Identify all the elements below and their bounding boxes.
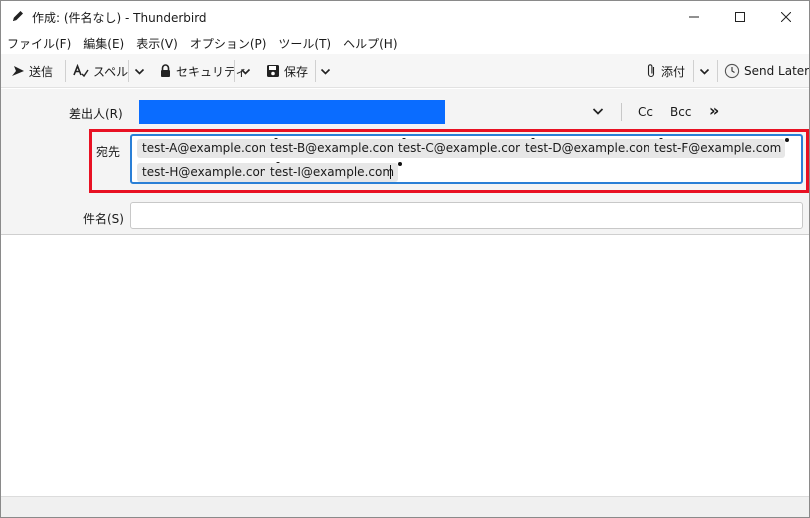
spellcheck-icon — [73, 64, 89, 78]
toolbar-separator — [315, 60, 316, 82]
clock-icon — [724, 63, 740, 79]
cc-button[interactable]: Cc — [638, 105, 653, 119]
attach-button[interactable]: 添付 — [645, 62, 685, 80]
recipient-pill[interactable]: test-A@example.com — [137, 138, 279, 158]
send-label: 送信 — [29, 64, 54, 79]
send-later-button[interactable]: Send Later — [724, 62, 809, 80]
security-label: セキュリティ — [176, 64, 248, 79]
toolbar-separator — [234, 60, 235, 82]
maximize-button[interactable] — [717, 1, 763, 32]
recipient-pill[interactable]: test-D@example.com — [520, 138, 663, 158]
message-body-editor[interactable] — [1, 236, 809, 496]
chevron-down-icon — [134, 68, 145, 75]
header-separator — [621, 103, 622, 121]
more-headers-button[interactable]: » — [709, 101, 719, 120]
to-recipients-field[interactable]: test-A@example.com test-B@example.com te… — [130, 134, 803, 184]
recipient-address: test-F@example.com — [654, 141, 782, 155]
bcc-button[interactable]: Bcc — [670, 105, 691, 119]
chevron-down-icon — [699, 68, 710, 75]
status-dot — [785, 138, 790, 142]
send-later-label: Send Later — [744, 64, 810, 78]
spell-button[interactable]: スペル — [73, 62, 128, 80]
maximize-icon — [735, 11, 745, 22]
paperclip-icon — [647, 64, 655, 78]
attach-dropdown-button[interactable] — [699, 62, 714, 80]
title-bar: 作成: (件名なし) - Thunderbird — [1, 1, 809, 32]
recipient-address: test-A@example.com — [142, 141, 271, 155]
toolbar-separator — [717, 60, 718, 82]
compose-window: 作成: (件名なし) - Thunderbird ファイル(F) 編集(E) 表… — [0, 0, 810, 518]
menu-bar: ファイル(F) 編集(E) 表示(V) オプション(P) ツール(T) ヘルプ(… — [1, 32, 809, 54]
attach-label: 添付 — [661, 64, 686, 79]
recipient-address: test-I@example.com — [270, 165, 395, 179]
pencil-icon — [13, 11, 23, 21]
subject-label: 件名(S) — [83, 212, 124, 226]
save-dropdown-button[interactable] — [320, 62, 335, 80]
recipient-pill[interactable]: test-H@example.com — [137, 162, 280, 182]
menu-edit[interactable]: 編集(E) — [83, 35, 124, 52]
send-button[interactable]: 送信 — [11, 62, 53, 80]
menu-options[interactable]: オプション(P) — [190, 35, 267, 52]
toolbar-separator — [65, 60, 66, 82]
security-dropdown-button[interactable] — [240, 62, 255, 80]
toolbar-separator — [693, 60, 694, 82]
status-bar — [1, 496, 809, 517]
minimize-button[interactable] — [671, 1, 717, 32]
menu-tools[interactable]: ツール(T) — [278, 35, 331, 52]
lock-icon — [161, 64, 170, 77]
compose-headers: 差出人(R) Cc Bcc » 宛先 test-A@example.com te… — [1, 89, 809, 235]
toolbar-separator — [128, 60, 129, 82]
save-label: 保存 — [284, 64, 309, 79]
text-caret — [390, 165, 391, 179]
chevron-down-icon — [320, 68, 331, 75]
recipient-address: test-C@example.com — [398, 141, 527, 155]
recipient-pill[interactable]: test-I@example.com — [265, 162, 403, 182]
window-title: 作成: (件名なし) - Thunderbird — [32, 11, 207, 25]
send-icon — [12, 66, 24, 76]
chevron-down-icon — [240, 68, 251, 75]
menu-help[interactable]: ヘルプ(H) — [343, 35, 397, 52]
recipient-pill[interactable]: test-C@example.com — [393, 138, 535, 158]
recipient-pill[interactable]: test-B@example.com — [265, 138, 407, 158]
save-icon — [267, 65, 279, 77]
from-identity-select[interactable] — [139, 100, 445, 124]
close-button[interactable] — [763, 1, 809, 32]
subject-input[interactable] — [130, 202, 803, 229]
recipient-address: test-B@example.com — [270, 141, 399, 155]
compose-toolbar: 送信 スペル セキュリティ 保存 添付 Send Later — [1, 54, 809, 88]
save-button[interactable]: 保存 — [266, 62, 308, 80]
recipient-address: test-H@example.com — [142, 165, 272, 179]
spell-label: スペル — [93, 64, 129, 79]
spell-dropdown-button[interactable] — [134, 62, 149, 80]
recipient-pill[interactable]: test-F@example.com — [649, 138, 790, 158]
close-icon — [781, 11, 791, 22]
to-label: 宛先 — [96, 145, 121, 159]
chevron-down-icon[interactable] — [591, 104, 605, 118]
recipient-address: test-D@example.com — [525, 141, 655, 155]
from-label: 差出人(R) — [69, 107, 123, 121]
status-dot — [398, 162, 403, 166]
minimize-icon — [689, 16, 699, 17]
menu-file[interactable]: ファイル(F) — [7, 35, 71, 52]
menu-view[interactable]: 表示(V) — [136, 35, 178, 52]
